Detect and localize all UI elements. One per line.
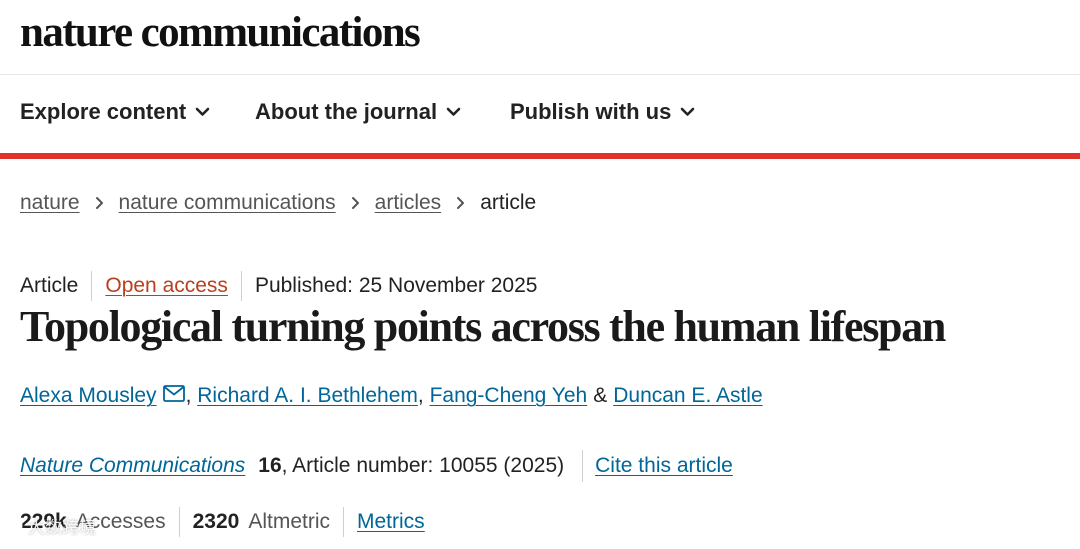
chevron-right-icon <box>351 196 360 210</box>
metrics-link[interactable]: Metrics <box>357 510 425 534</box>
divider <box>91 271 93 301</box>
article-type: Article <box>20 274 79 297</box>
accent-divider <box>0 153 1080 159</box>
journal-link[interactable]: Nature Communications <box>20 454 245 478</box>
volume-number: 16 <box>258 454 282 477</box>
author-list: Alexa Mousley , Richard A. I. Bethlehem … <box>20 384 763 408</box>
watermark-logo-icon <box>4 516 24 536</box>
breadcrumb-nature-communications[interactable]: nature communications <box>119 191 336 215</box>
nav-publish-with-us[interactable]: Publish with us <box>510 99 695 125</box>
chevron-down-icon <box>681 107 695 116</box>
published-date: Published: 25 November 2025 <box>254 274 538 297</box>
nav-item-label: Publish with us <box>510 99 672 124</box>
article-meta: Article Open access Published: 25 Novemb… <box>20 271 537 301</box>
chevron-right-icon <box>95 196 104 210</box>
altmetric-score: 2320 <box>192 510 240 533</box>
chevron-right-icon <box>456 196 465 210</box>
author-link[interactable]: Duncan E. Astle <box>613 384 762 408</box>
divider <box>582 450 584 482</box>
chevron-down-icon <box>195 107 210 116</box>
watermark-text: 大数跨境 <box>28 518 96 537</box>
main-nav: Explore content About the journal Publis… <box>0 75 1080 153</box>
nav-about-journal[interactable]: About the journal <box>255 99 461 125</box>
article-title: Topological turning points across the hu… <box>20 302 946 351</box>
site-header: nature communications <box>0 0 1080 75</box>
author-link[interactable]: Fang-Cheng Yeh <box>430 384 588 408</box>
mail-icon[interactable] <box>162 384 185 402</box>
breadcrumb-current: article <box>480 191 537 214</box>
divider <box>343 507 344 537</box>
author-link[interactable]: Richard A. I. Bethlehem <box>197 384 418 408</box>
breadcrumb-articles[interactable]: articles <box>375 191 442 215</box>
nav-item-label: About the journal <box>255 99 438 124</box>
watermark: 大数跨境 <box>4 513 96 538</box>
nav-item-label: Explore content <box>20 99 187 124</box>
author-link[interactable]: Alexa Mousley <box>20 384 157 408</box>
cite-this-article-link[interactable]: Cite this article <box>595 454 733 478</box>
author-separator: , <box>417 384 424 407</box>
nav-explore-content[interactable]: Explore content <box>20 99 210 125</box>
divider <box>240 271 242 301</box>
altmetric-label: Altmetric <box>248 510 330 533</box>
open-access-link[interactable]: Open access <box>105 274 228 298</box>
author-separator: , <box>185 384 192 407</box>
breadcrumb: nature nature communications articles ar… <box>20 191 536 215</box>
divider <box>178 507 180 537</box>
citation-line: Nature Communications 16 , Article numbe… <box>20 450 733 482</box>
chevron-down-icon <box>446 107 461 116</box>
article-number: , Article number: 10055 (2025) <box>281 454 565 477</box>
breadcrumb-nature[interactable]: nature <box>20 191 80 215</box>
author-joiner: & <box>593 384 608 407</box>
journal-logo[interactable]: nature communications <box>20 8 421 57</box>
